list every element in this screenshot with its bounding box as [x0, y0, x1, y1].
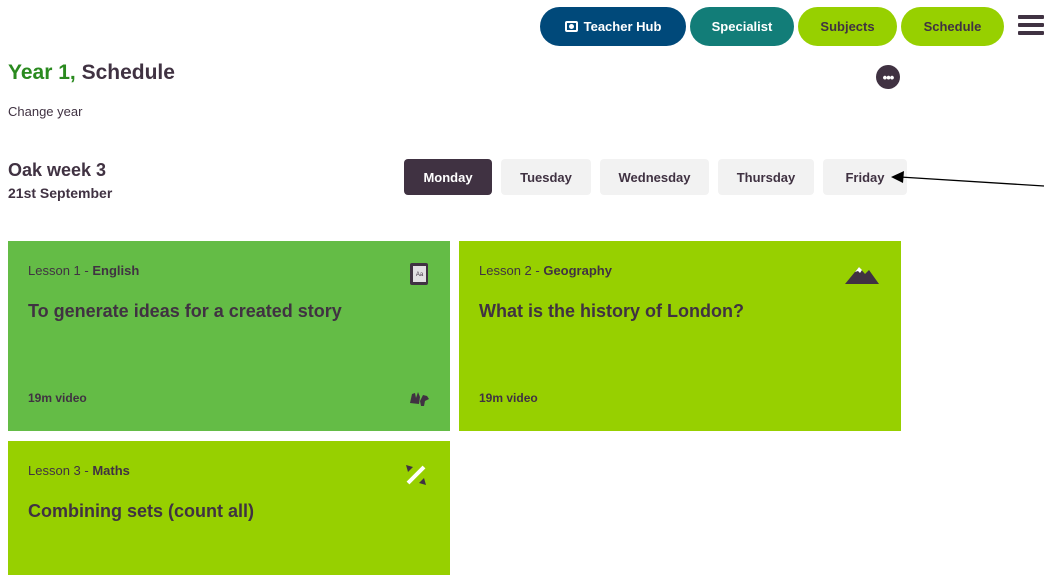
week-info: Oak week 3 21st September	[8, 160, 112, 201]
dictionary-icon: Aa	[410, 263, 428, 285]
lesson-duration: 19m video	[479, 391, 538, 405]
teacher-hub-label: Teacher Hub	[583, 19, 662, 34]
lesson-subject: English	[92, 263, 140, 278]
lesson-subject-line: Lesson 3 - Maths	[28, 463, 130, 478]
tab-wednesday[interactable]: Wednesday	[600, 159, 709, 195]
lesson-card[interactable]: Lesson 3 - Maths Combining sets (count a…	[8, 441, 450, 575]
lesson-card[interactable]: Lesson 2 - Geography What is the history…	[459, 241, 901, 431]
page-label: Schedule	[81, 61, 175, 84]
tab-monday[interactable]: Monday	[404, 159, 492, 195]
lesson-number: Lesson 3	[28, 463, 81, 478]
sign-language-icon	[410, 392, 429, 406]
lesson-title: Combining sets (count all)	[28, 501, 255, 521]
teacher-hub-icon	[564, 21, 578, 32]
week-title: Oak week 3	[8, 160, 107, 180]
tab-tuesday[interactable]: Tuesday	[501, 159, 591, 195]
lesson-card[interactable]: Lesson 1 - English Aa To generate ideas …	[8, 241, 450, 431]
specialist-button[interactable]: Specialist	[690, 7, 794, 46]
lesson-number: Lesson 1	[28, 263, 81, 278]
change-year-link[interactable]: Change year	[8, 104, 82, 119]
tab-thursday[interactable]: Thursday	[718, 159, 814, 195]
lesson-duration: 19m video	[28, 391, 87, 405]
top-navigation: Teacher Hub Specialist Subjects Schedule	[540, 7, 1004, 46]
lesson-subject-line: Lesson 2 - Geography	[479, 263, 612, 278]
mountain-icon	[845, 267, 879, 284]
percent-icon	[406, 465, 426, 485]
hamburger-menu-icon[interactable]	[1018, 15, 1044, 35]
lesson-number: Lesson 2	[479, 263, 532, 278]
page-title: Year 1, Schedule	[8, 61, 175, 85]
lesson-subject: Maths	[92, 463, 130, 478]
lesson-title: What is the history of London?	[479, 301, 744, 321]
subjects-button[interactable]: Subjects	[798, 7, 897, 46]
more-options-button[interactable]: •••	[876, 65, 900, 89]
lesson-subject-line: Lesson 1 - English	[28, 263, 140, 278]
week-date: 21st September	[8, 185, 113, 201]
day-tabs: Monday Tuesday Wednesday Thursday Friday	[404, 159, 907, 195]
schedule-button[interactable]: Schedule	[901, 7, 1004, 46]
lesson-subject: Geography	[543, 263, 612, 278]
year-label: Year 1,	[8, 61, 76, 84]
teacher-hub-button[interactable]: Teacher Hub	[540, 7, 686, 46]
svg-text:Aa: Aa	[416, 272, 424, 278]
annotation-arrow	[891, 171, 1045, 187]
lesson-title: To generate ideas for a created story	[28, 301, 342, 321]
